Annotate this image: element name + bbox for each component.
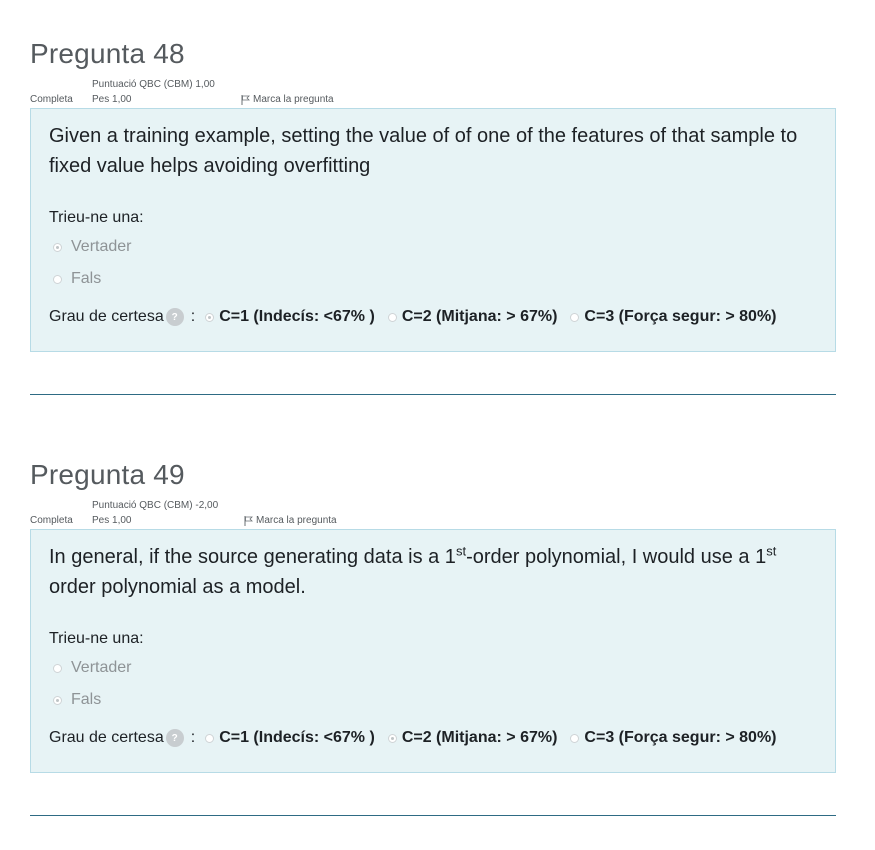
certainty-label: Grau de certesa (49, 729, 164, 746)
question-text-part: In general, if the source generating dat… (49, 546, 456, 568)
radio-c1[interactable] (205, 733, 215, 743)
option-label: Vertader (71, 659, 132, 676)
question-info: Completa Puntuació QBC (CBM) 1,00 Pes 1,… (30, 78, 836, 108)
question-separator (30, 394, 836, 395)
help-icon[interactable]: ? (165, 729, 184, 747)
radio-c2[interactable] (387, 733, 397, 743)
question-text-part: -order polynomial, I would use a 1 (466, 546, 767, 568)
answer-prompt: Trieu-ne una: (49, 630, 144, 647)
certainty-option-label: C=3 (Força segur: > 80%) (584, 308, 777, 325)
certainty-option-label: C=2 (Mitjana: > 67%) (401, 308, 558, 325)
question-text: In general, if the source generating dat… (49, 542, 817, 602)
question-title: Pregunta 49 (30, 459, 185, 490)
question-score: Puntuació QBC (CBM) -2,00 (92, 500, 219, 511)
question-text: Given a training example, setting the va… (49, 125, 798, 177)
question-content: Given a training example, setting the va… (30, 108, 836, 352)
flag-question-button[interactable]: Marca la pregunta (241, 94, 334, 105)
answer-prompt: Trieu-ne una: (49, 209, 144, 226)
radio-c3[interactable] (570, 733, 580, 743)
radio-c3[interactable] (570, 312, 580, 322)
flag-label: Marca la pregunta (256, 515, 337, 526)
radio-vertader[interactable] (53, 242, 62, 252)
question-48: Pregunta 48 Completa Puntuació QBC (CBM)… (30, 40, 836, 352)
certainty-option-label: C=2 (Mitjana: > 67%) (401, 729, 558, 746)
question-info: Completa Puntuació QBC (CBM) -2,00 Pes 1… (30, 499, 836, 529)
certainty-label: Grau de certesa (49, 308, 164, 325)
question-weight: Pes 1,00 (92, 515, 132, 526)
question-separator (30, 815, 836, 816)
certainty-option-c3[interactable]: C=3 (Força segur: > 80%) (570, 308, 777, 326)
certainty-option-c3[interactable]: C=3 (Força segur: > 80%) (570, 729, 777, 747)
certainty-option-c1[interactable]: C=1 (Indecís: <67% ) (205, 308, 375, 326)
answer-option-fals[interactable]: Fals (49, 684, 817, 716)
question-score: Puntuació QBC (CBM) 1,00 (92, 79, 215, 90)
radio-fals[interactable] (53, 695, 62, 705)
certainty-group: Grau de certesa ? : C=1 (Indecís: <67% )… (49, 726, 817, 750)
question-state: Completa (30, 94, 73, 105)
radio-fals[interactable] (53, 274, 62, 284)
flag-icon (241, 94, 250, 105)
certainty-option-c2[interactable]: C=2 (Mitjana: > 67%) (387, 308, 558, 326)
flag-question-button[interactable]: Marca la pregunta (244, 515, 337, 526)
option-label: Fals (71, 691, 102, 708)
certainty-option-label: C=3 (Força segur: > 80%) (584, 729, 777, 746)
certainty-colon: : (190, 308, 196, 325)
answer-option-fals[interactable]: Fals (49, 263, 817, 295)
answer-options: Vertader Fals (49, 652, 817, 716)
question-content: In general, if the source generating dat… (30, 529, 836, 773)
answer-option-vertader[interactable]: Vertader (49, 231, 817, 263)
radio-vertader[interactable] (53, 663, 62, 673)
answer-options: Vertader Fals (49, 231, 817, 295)
question-49: Pregunta 49 Completa Puntuació QBC (CBM)… (30, 461, 836, 773)
certainty-option-label: C=1 (Indecís: <67% ) (219, 308, 375, 325)
option-label: Fals (71, 270, 102, 287)
certainty-option-c1[interactable]: C=1 (Indecís: <67% ) (205, 729, 375, 747)
option-label: Vertader (71, 238, 132, 255)
radio-c2[interactable] (387, 312, 397, 322)
certainty-option-c2[interactable]: C=2 (Mitjana: > 67%) (387, 729, 558, 747)
flag-label: Marca la pregunta (253, 94, 334, 105)
ordinal-suffix: st (766, 543, 777, 559)
question-state: Completa (30, 515, 73, 526)
answer-option-vertader[interactable]: Vertader (49, 652, 817, 684)
question-weight: Pes 1,00 (92, 94, 132, 105)
ordinal-suffix: st (455, 543, 467, 559)
help-icon[interactable]: ? (165, 308, 184, 326)
flag-icon (244, 515, 253, 526)
question-title: Pregunta 48 (30, 38, 185, 69)
question-text-part: order polynomial as a model. (49, 576, 306, 598)
radio-c1[interactable] (205, 312, 215, 322)
certainty-group: Grau de certesa ? : C=1 (Indecís: <67% )… (49, 305, 817, 329)
certainty-colon: : (190, 729, 196, 746)
certainty-option-label: C=1 (Indecís: <67% ) (219, 729, 375, 746)
